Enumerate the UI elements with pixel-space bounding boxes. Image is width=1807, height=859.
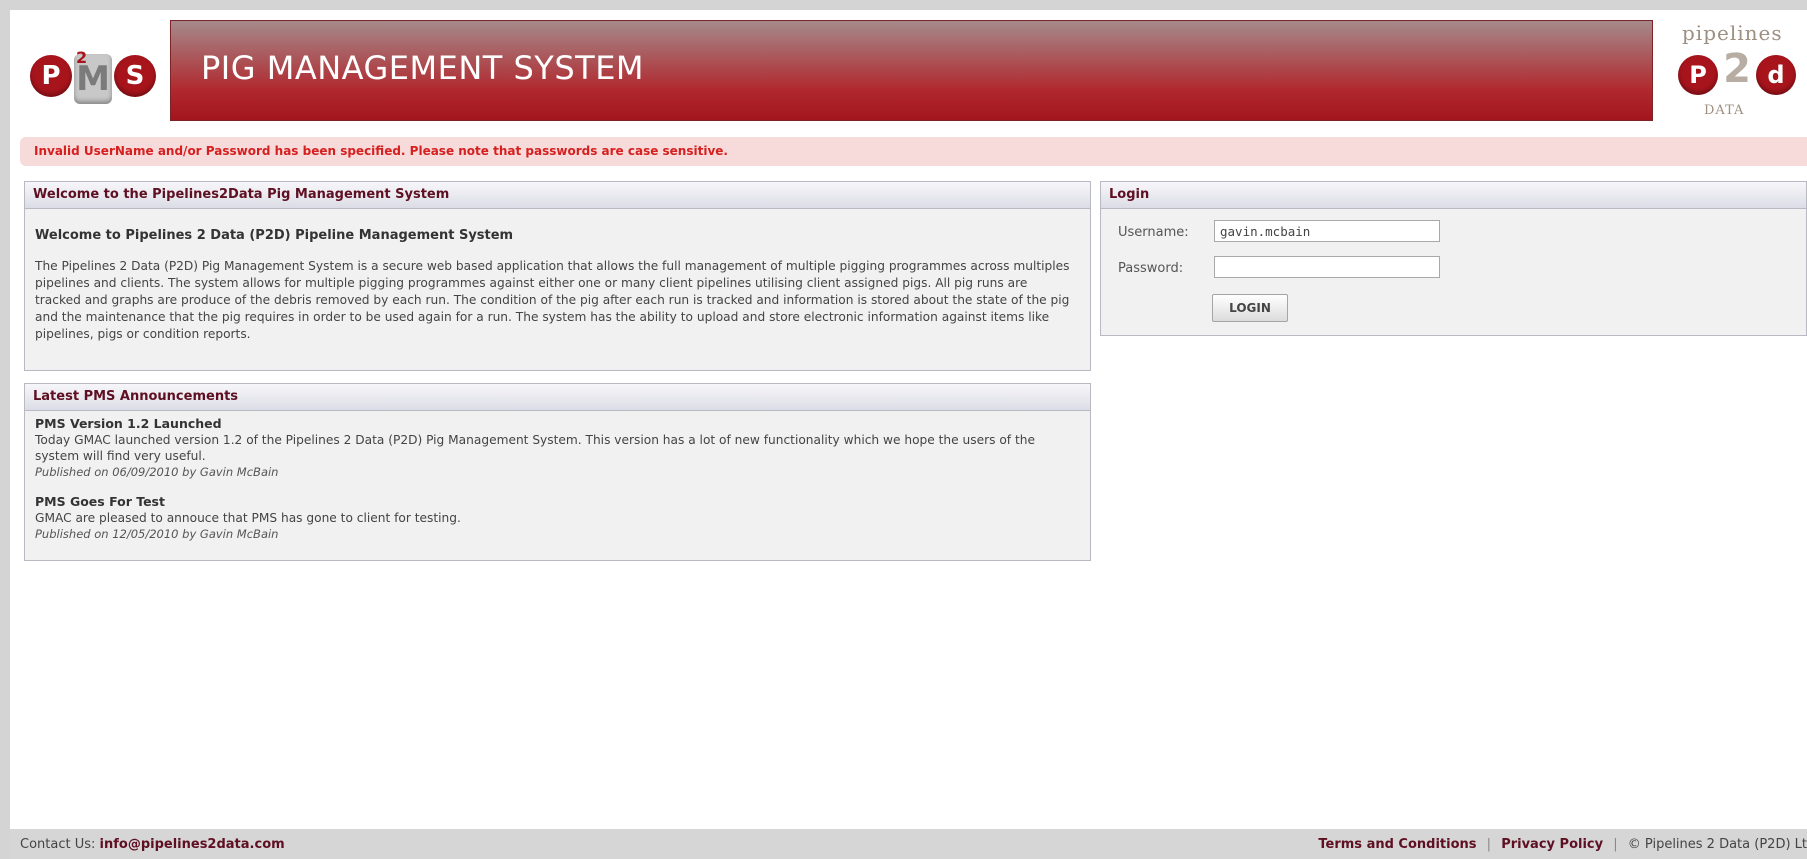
pms-logo-s: S (114, 55, 156, 97)
welcome-subtitle: Welcome to Pipelines 2 Data (P2D) Pipeli… (35, 228, 514, 243)
title-banner: PIG MANAGEMENT SYSTEM (170, 20, 1653, 121)
pms-logo-m: 2 M (74, 48, 112, 104)
terms-link[interactable]: Terms and Conditions (1318, 837, 1476, 852)
welcome-panel-title: Welcome to the Pipelines2Data Pig Manage… (25, 182, 1090, 209)
announcements-panel-title: Latest PMS Announcements (25, 384, 1090, 411)
announcement-published: Published on 12/05/2010 by Gavin McBain (35, 527, 279, 541)
announcement-published: Published on 06/09/2010 by Gavin McBain (35, 465, 279, 479)
privacy-link[interactable]: Privacy Policy (1501, 837, 1603, 852)
copyright-text: © Pipelines 2 Data (P2D) Lt (1627, 837, 1807, 852)
footer-contact: Contact Us: info@pipelines2data.com (20, 837, 285, 852)
login-button[interactable]: LOGIN (1212, 294, 1288, 322)
error-bar: Invalid UserName and/or Password has bee… (20, 137, 1807, 166)
welcome-panel: Welcome to the Pipelines2Data Pig Manage… (24, 181, 1091, 371)
footer-links: Terms and Conditions | Privacy Policy | … (1318, 837, 1807, 852)
announcements-panel: Latest PMS Announcements PMS Version 1.2… (24, 383, 1091, 561)
p2d-logo: pipelines P 2 d DATA (1674, 15, 1807, 125)
announcement-body: Today GMAC launched version 1.2 of the P… (35, 433, 1035, 463)
footer-separator: | (1613, 837, 1618, 852)
p2d-logo-2: 2 (1723, 46, 1751, 92)
welcome-body: The Pipelines 2 Data (P2D) Pig Managemen… (35, 259, 1070, 341)
error-message: Invalid UserName and/or Password has bee… (34, 144, 728, 158)
p2d-logo-bottom: DATA (1704, 103, 1745, 118)
header: P 2 M S PIG MANAGEMENT SYSTEM pipelines … (10, 10, 1807, 133)
pms-logo: P 2 M S (30, 48, 156, 104)
footer: Contact Us: info@pipelines2data.com Term… (10, 829, 1807, 859)
contact-email-link[interactable]: info@pipelines2data.com (100, 837, 285, 852)
p2d-logo-row: P 2 d (1678, 49, 1796, 95)
p2d-logo-top: pipelines (1682, 21, 1783, 45)
pms-logo-p: P (30, 55, 72, 97)
announcement-item: PMS Version 1.2 Launched Today GMAC laun… (35, 416, 1080, 480)
p2d-logo-d: d (1756, 55, 1796, 95)
announcement-title: PMS Goes For Test (35, 494, 165, 509)
footer-separator: | (1486, 837, 1492, 852)
page-title: PIG MANAGEMENT SYSTEM (201, 49, 645, 87)
username-label: Username: (1118, 225, 1189, 240)
password-input[interactable] (1214, 256, 1440, 278)
login-panel-title: Login (1101, 182, 1806, 209)
announcement-body: GMAC are pleased to annouce that PMS has… (35, 511, 461, 525)
pms-logo-sup: 2 (76, 48, 88, 67)
p2d-logo-p: P (1678, 55, 1718, 95)
username-input[interactable] (1214, 220, 1440, 242)
announcement-item: PMS Goes For Test GMAC are pleased to an… (35, 494, 1080, 542)
login-panel: Login (1100, 181, 1807, 336)
password-label: Password: (1118, 261, 1184, 276)
contact-label: Contact Us: (20, 837, 96, 852)
announcement-title: PMS Version 1.2 Launched (35, 416, 222, 431)
